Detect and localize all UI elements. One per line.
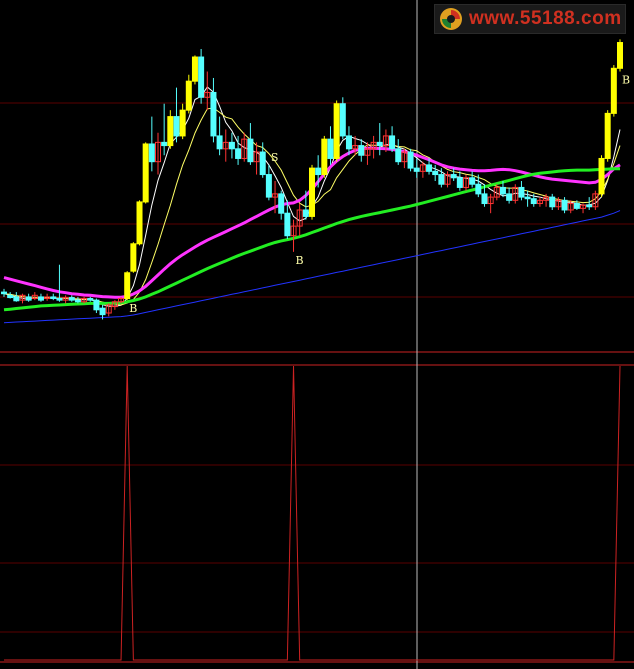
candle-body [432, 170, 439, 176]
candle-body [506, 193, 513, 201]
candle-body [74, 299, 81, 303]
candle-body [389, 135, 396, 150]
candle-body [259, 151, 266, 176]
candle-body [265, 174, 272, 198]
candle-body [148, 143, 155, 163]
candle-body [426, 164, 433, 172]
candle-body [604, 112, 611, 159]
signal-label: B [129, 302, 137, 315]
watermark: www.55188.com [434, 4, 626, 34]
candle-body [438, 174, 445, 185]
candle-body [25, 296, 32, 301]
candle-body [309, 167, 315, 217]
candle-body [136, 201, 143, 245]
candle-body [228, 141, 235, 150]
candle-body [56, 298, 63, 301]
candle-body [142, 143, 149, 203]
candle-body [210, 91, 217, 137]
candle-body [456, 177, 463, 188]
candle-body [518, 186, 525, 198]
candle-body [598, 157, 605, 195]
candle-body [450, 174, 457, 179]
candle-body [327, 138, 334, 159]
candle-body [247, 138, 254, 163]
candle-body [7, 294, 14, 299]
candle-body [530, 198, 537, 205]
candle-body [339, 103, 346, 137]
candle-body [50, 296, 57, 300]
candle-body [99, 307, 106, 316]
candle-body [549, 196, 556, 208]
candle-body [610, 67, 617, 114]
candle-body [235, 148, 242, 159]
candle-body [573, 203, 580, 209]
candle-body [198, 56, 205, 98]
candle-body [469, 177, 476, 185]
candle-body [87, 298, 94, 301]
candle-body [284, 212, 291, 237]
candle-body [499, 186, 506, 195]
candle-body [278, 193, 285, 214]
candle-body [524, 196, 531, 200]
candle-body [179, 109, 186, 137]
candle-body [617, 42, 623, 69]
signal-label: B [296, 254, 304, 267]
candle-body [1, 291, 7, 295]
candle-body [586, 204, 593, 208]
signal-label: S [271, 151, 279, 164]
candle-body [185, 80, 192, 111]
candle-body [191, 56, 198, 82]
candle-body [561, 199, 568, 211]
watermark-text: www.55188.com [469, 8, 622, 29]
candle-body [475, 183, 482, 195]
candle-body [302, 209, 309, 217]
price-chart: B S B B [0, 0, 634, 669]
indicator-line [4, 365, 621, 661]
candle-body [376, 141, 383, 147]
candle-body [395, 148, 402, 163]
candle-body [315, 167, 322, 176]
candle-body [413, 167, 420, 172]
candle-body [93, 299, 100, 311]
signal-label: B [622, 74, 630, 87]
candle-body [407, 151, 414, 169]
candle-body [321, 138, 328, 176]
candle-body [216, 135, 223, 150]
candle-body [333, 103, 340, 159]
candle-body [68, 297, 75, 301]
candle-body [124, 272, 131, 300]
candle-body [167, 116, 174, 147]
chart-stage: B S B B www.55188.com [0, 0, 634, 669]
candle-body [13, 296, 20, 302]
candle-body [130, 243, 137, 272]
candle-body [345, 135, 352, 150]
candle-body [161, 141, 168, 147]
logo-icon [440, 8, 462, 30]
candle-body [358, 145, 365, 156]
candle-body [173, 116, 180, 137]
candle-body [481, 193, 488, 205]
candle-body [37, 296, 44, 301]
